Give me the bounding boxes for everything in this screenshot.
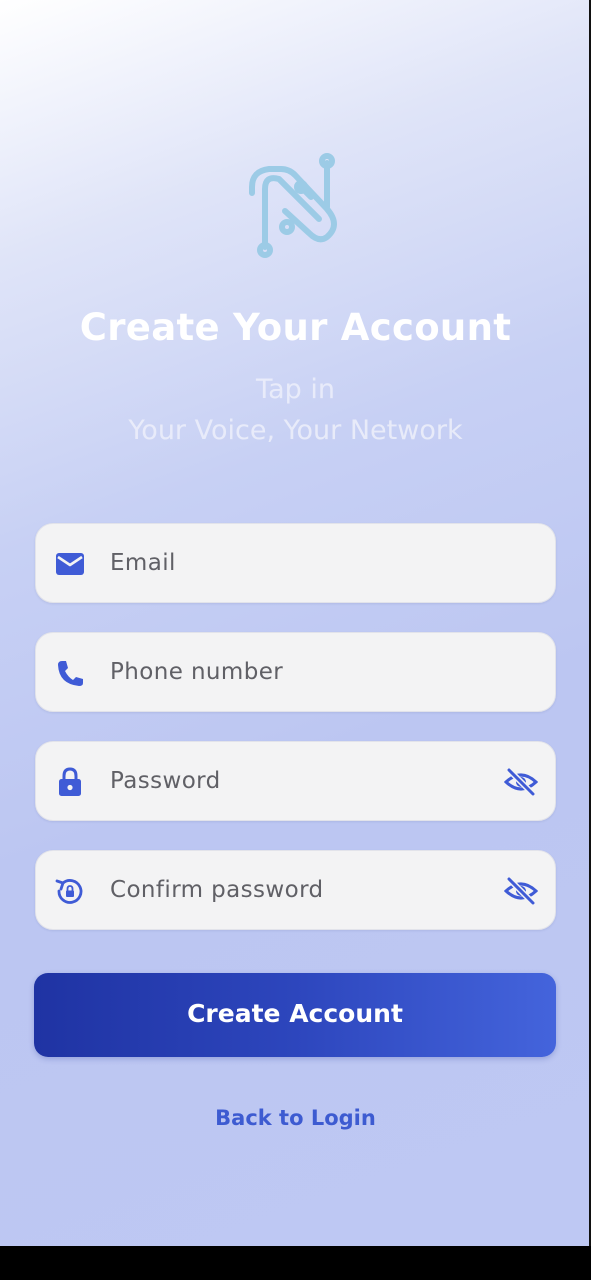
tagline-line-1: Tap in bbox=[256, 374, 335, 405]
mail-icon bbox=[56, 553, 84, 575]
phone-icon bbox=[58, 661, 83, 686]
password-placeholder: Password bbox=[110, 768, 221, 794]
create-account-label: Create Account bbox=[187, 999, 403, 1028]
lock-icon bbox=[59, 767, 81, 796]
eye-off-icon[interactable] bbox=[504, 766, 538, 798]
confirm-password-field[interactable]: Confirm password bbox=[35, 850, 556, 930]
signup-screen: Create Your Account Tap in Your Voice, Y… bbox=[0, 0, 591, 1246]
confirm-password-placeholder: Confirm password bbox=[110, 877, 324, 903]
password-field[interactable]: Password bbox=[35, 741, 556, 821]
tagline-line-2: Your Voice, Your Network bbox=[128, 415, 463, 446]
create-account-button[interactable]: Create Account bbox=[34, 973, 556, 1057]
phone-placeholder: Phone number bbox=[110, 659, 284, 685]
email-placeholder: Email bbox=[110, 550, 176, 576]
eye-off-icon[interactable] bbox=[504, 875, 538, 907]
back-to-login-link[interactable]: Back to Login bbox=[0, 1106, 591, 1130]
page-title: Create Your Account bbox=[79, 306, 512, 349]
email-field[interactable]: Email bbox=[35, 523, 556, 603]
lock-reset-icon bbox=[55, 879, 83, 904]
app-logo-icon bbox=[249, 153, 337, 258]
phone-number-field[interactable]: Phone number bbox=[35, 632, 556, 712]
